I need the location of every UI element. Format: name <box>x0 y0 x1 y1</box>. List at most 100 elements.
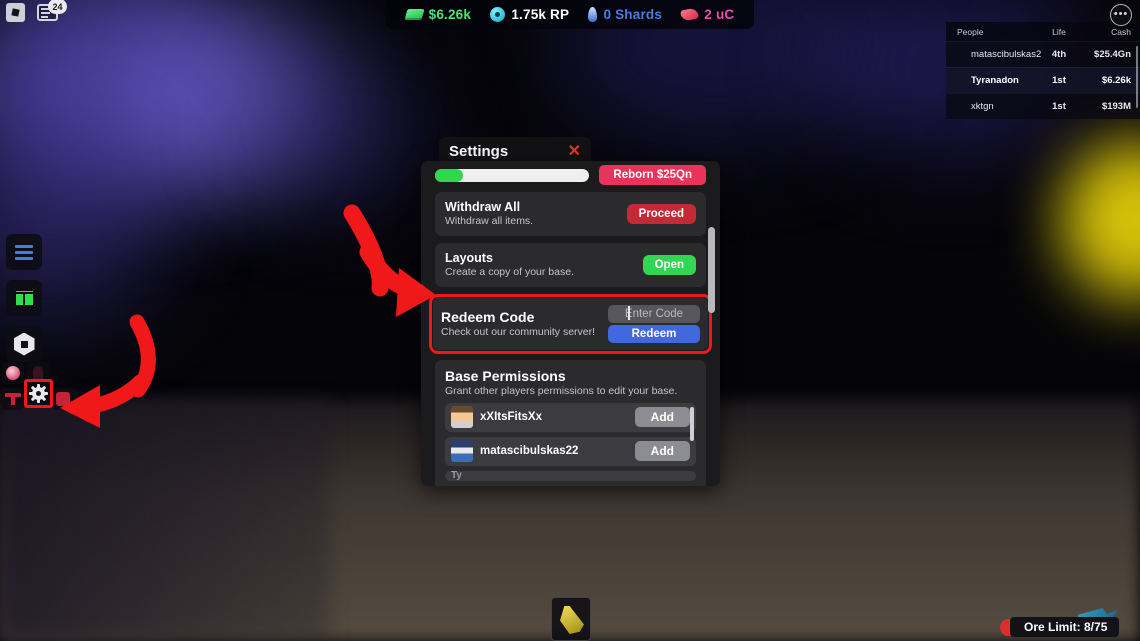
red-hammer-icon[interactable] <box>2 388 24 410</box>
player-name: matascibulskas22 <box>971 49 1041 60</box>
roblox-logo-icon[interactable] <box>6 3 25 22</box>
player-life: 1st <box>1052 101 1066 112</box>
player-cash: $193M <box>1101 101 1131 112</box>
column-cash: Cash <box>1111 27 1131 37</box>
leaderboard-scrollbar[interactable] <box>1135 46 1138 108</box>
leaderboard-table: People Life Cash matascibulskas22 4th $2… <box>946 22 1140 119</box>
close-icon[interactable]: ✕ <box>568 143 581 160</box>
row-subtitle: Withdraw all items. <box>445 215 534 228</box>
list-item[interactable]: Ty <box>445 470 696 481</box>
leaderboard: ••• People Life Cash matascibulskas22 4t… <box>946 0 1140 119</box>
player-cash: $6.26k <box>1101 75 1131 86</box>
row-subtitle: Create a copy of your base. <box>445 266 574 279</box>
nebula-glow <box>250 60 430 200</box>
rp-value: 1.75k RP <box>511 7 570 22</box>
player-name: Tyranadon <box>971 75 1019 86</box>
row-title: Layouts <box>445 250 493 265</box>
permissions-title: Base Permissions <box>445 367 566 384</box>
leaderboard-header: People Life Cash <box>946 22 1140 41</box>
list-item[interactable]: xXItsFitsXx Add <box>445 402 696 432</box>
shop-icon <box>13 289 35 307</box>
currency-rp: 1.75k RP <box>490 7 569 22</box>
row-text: Withdraw All Withdraw all items. <box>445 200 533 228</box>
left-sidebar <box>6 234 42 372</box>
redeem-controls: Enter Code Redeem <box>608 304 700 343</box>
column-life: Life <box>1052 27 1066 37</box>
table-row[interactable]: matascibulskas22 4th $25.4Gn <box>946 41 1140 67</box>
uc-value: 2 uC <box>704 7 735 22</box>
reborn-progress-fill <box>435 168 463 182</box>
chat-icon[interactable]: 24 <box>37 0 67 21</box>
base-permissions-card: Base Permissions Grant other players per… <box>435 359 706 486</box>
player-life: 1st <box>1052 75 1066 86</box>
hotbar-slot[interactable] <box>551 597 591 641</box>
settings-scroll-area[interactable]: Reborn $25Qn Withdraw All Withdraw all i… <box>421 161 720 486</box>
reborn-row: Reborn $25Qn <box>435 165 706 185</box>
flashlight-tool-icon <box>560 606 584 634</box>
player-name: xXItsFitsXx <box>480 411 542 424</box>
avatar <box>451 406 473 429</box>
column-people: People <box>957 27 984 37</box>
currency-shards: 0 Shards <box>588 7 662 22</box>
permissions-subtitle: Grant other players permissions to edit … <box>445 384 678 397</box>
leaderboard-more-icon[interactable]: ••• <box>1110 4 1132 26</box>
chat-badge: 24 <box>48 0 67 14</box>
sidebar-item-shop[interactable] <box>6 280 42 316</box>
currency-cash: $6.26k <box>404 7 472 22</box>
proceed-button[interactable]: Proceed <box>626 203 696 224</box>
gear-icon <box>29 384 48 403</box>
player-life: 4th <box>1051 49 1067 60</box>
cash-value: $6.26k <box>428 7 472 22</box>
settings-row-withdraw-all: Withdraw All Withdraw all items. Proceed <box>435 192 706 236</box>
player-cash: $25.4Gn <box>1094 49 1131 60</box>
rp-coin-icon <box>490 7 506 22</box>
sidebar-item-menu[interactable] <box>6 234 42 270</box>
table-row[interactable]: Tyranadon 1st $6.26k <box>946 67 1140 93</box>
permissions-scrollbar[interactable] <box>690 406 694 441</box>
roblox-topbar: 24 <box>6 0 67 22</box>
settings-dialog: Settings ✕ Reborn $25Qn Withdraw All Wit… <box>421 137 720 486</box>
currency-bar: $6.26k 1.75k RP 0 Shards 2 uC <box>386 0 754 29</box>
player-name: matascibulskas22 <box>480 445 579 458</box>
row-title: Withdraw All <box>445 200 521 214</box>
settings-scrollbar[interactable] <box>708 227 715 313</box>
reborn-progress-bar <box>435 168 590 182</box>
cash-brick-icon <box>404 9 425 20</box>
roblox-hexagon-icon <box>13 332 35 356</box>
shards-value: 0 Shards <box>603 7 663 22</box>
avatar <box>451 440 473 463</box>
page-title: Settings <box>449 143 509 160</box>
row-subtitle: Check out our community server! <box>441 326 596 339</box>
permissions-player-list[interactable]: xXItsFitsXx Add matascibulskas22 Add Ty <box>445 402 696 481</box>
currency-uc: 2 uC <box>680 7 735 22</box>
ore-limit-status: Ore Limit: 8/75 <box>1000 617 1120 637</box>
shard-droplet-icon <box>588 7 598 22</box>
text-cursor <box>628 305 630 320</box>
settings-row-redeem-code: Redeem Code Check out our community serv… <box>433 297 708 350</box>
status-badge: Ore Limit: 8/75 <box>1010 617 1120 637</box>
row-title: Redeem Code <box>441 309 535 326</box>
table-row[interactable]: xktgn 1st $193M <box>946 93 1140 119</box>
hamburger-menu-icon <box>15 244 33 260</box>
sidebar-item-roblox[interactable] <box>6 326 42 362</box>
sidebar-item-settings[interactable] <box>24 379 53 408</box>
row-text: Redeem Code Check out our community serv… <box>441 309 595 339</box>
player-name: xktgn <box>971 101 994 112</box>
settings-row-layouts: Layouts Create a copy of your base. Open <box>435 242 706 287</box>
red-square-icon[interactable] <box>52 388 74 410</box>
reborn-button[interactable]: Reborn $25Qn <box>599 165 706 185</box>
player-name: Ty <box>451 470 462 481</box>
row-text: Layouts Create a copy of your base. <box>445 251 574 279</box>
redeem-button[interactable]: Redeem <box>608 324 700 343</box>
add-user-button[interactable]: Add <box>634 441 690 462</box>
open-button[interactable]: Open <box>642 254 696 275</box>
ground-shadow <box>0 400 330 641</box>
settings-body: Reborn $25Qn Withdraw All Withdraw all i… <box>421 161 720 486</box>
list-item[interactable]: matascibulskas22 Add <box>445 436 696 466</box>
yellow-light-glow <box>1060 140 1140 300</box>
add-user-button[interactable]: Add <box>634 407 690 428</box>
uc-icon <box>680 7 700 22</box>
redeem-code-input[interactable]: Enter Code <box>608 304 700 323</box>
pink-orb-icon[interactable] <box>2 362 24 384</box>
redeem-code-highlight: Redeem Code Check out our community serv… <box>429 293 712 354</box>
